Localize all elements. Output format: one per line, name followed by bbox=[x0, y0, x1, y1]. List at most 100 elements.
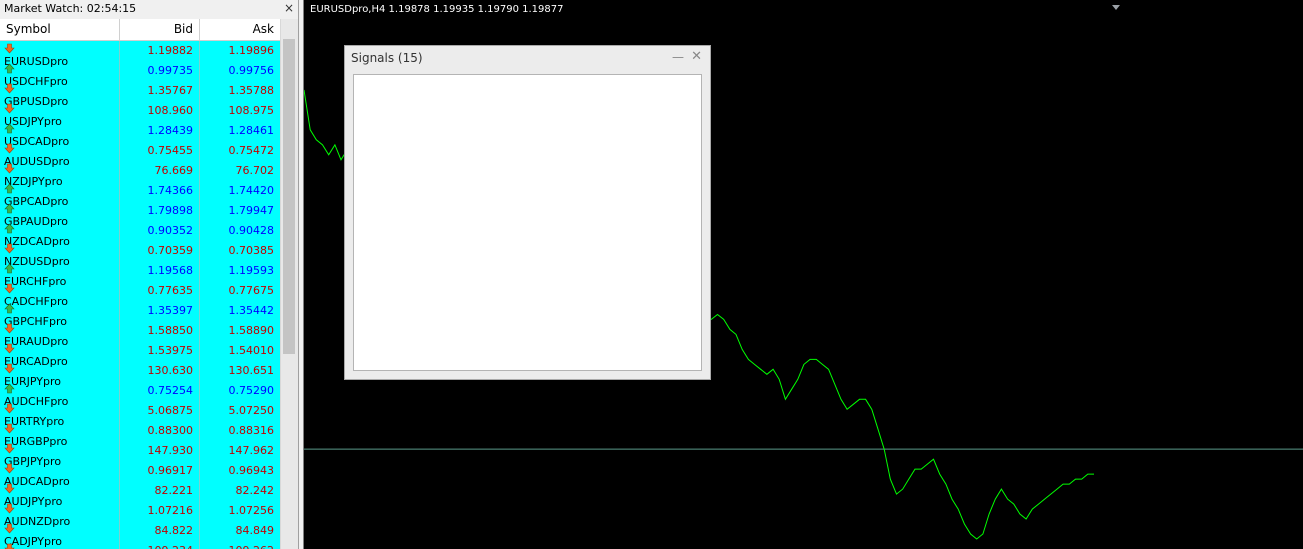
symbol-cell: USDCADpro bbox=[0, 121, 120, 148]
bid-cell: 0.88300 bbox=[120, 421, 200, 441]
ask-cell: 0.77675 bbox=[228, 284, 275, 297]
table-row[interactable]: AUDNZDpro 1.07216 1.07256 bbox=[0, 501, 280, 528]
symbol-cell: EURCHFpro bbox=[0, 261, 120, 288]
bid-cell: 0.70359 bbox=[120, 241, 200, 261]
table-row[interactable]: EURUSDpro 1.19882 1.19896 bbox=[0, 41, 280, 68]
symbol-cell: CADJPYpro bbox=[0, 521, 120, 548]
signals-content-area bbox=[353, 74, 702, 371]
ask-cell: 0.99756 bbox=[228, 64, 275, 77]
ask-cell: 1.35788 bbox=[228, 84, 275, 97]
ask-cell: 0.70385 bbox=[228, 244, 275, 257]
table-row[interactable]: GBPUSDpro 1.35767 1.35788 bbox=[0, 81, 280, 108]
table-row[interactable]: GBPAUDpro 1.79898 1.79947 bbox=[0, 201, 280, 228]
table-row[interactable]: AUDCHFpro 0.75254 0.75290 bbox=[0, 381, 280, 408]
table-row[interactable]: AUDUSDpro 0.75455 0.75472 bbox=[0, 141, 280, 168]
market-watch-title: Market Watch: 02:54:15 bbox=[4, 2, 137, 15]
symbol-cell: USDJPYpro bbox=[0, 101, 120, 128]
arrow-down-icon bbox=[4, 401, 15, 414]
symbol-cell: AUDJPYpro bbox=[0, 481, 120, 508]
ask-cell: 0.75472 bbox=[228, 144, 275, 157]
table-row[interactable]: CADCHFpro 0.77635 0.77675 bbox=[0, 281, 280, 308]
table-row[interactable]: AUDJPYpro 82.221 82.242 bbox=[0, 481, 280, 508]
ask-cell: 1.07256 bbox=[228, 504, 275, 517]
bid-cell: 130.630 bbox=[120, 361, 200, 381]
table-row[interactable]: EURCADpro 1.53975 1.54010 bbox=[0, 341, 280, 368]
signals-window-title: Signals (15) bbox=[351, 51, 423, 65]
arrow-up-icon bbox=[4, 181, 15, 194]
scrollbar-thumb[interactable] bbox=[283, 39, 295, 354]
symbol-cell: EURUSDpro bbox=[0, 41, 120, 68]
bid-cell: 1.19568 bbox=[120, 261, 200, 281]
column-header-symbol[interactable]: Symbol bbox=[0, 19, 120, 40]
column-header-ask[interactable]: Ask bbox=[200, 19, 280, 40]
market-watch-header: Symbol Bid Ask bbox=[0, 19, 280, 41]
close-button[interactable]: ✕ bbox=[691, 49, 702, 64]
bid-cell: 1.74366 bbox=[120, 181, 200, 201]
arrow-up-icon bbox=[4, 61, 15, 74]
table-row[interactable]: USDCADpro 1.28439 1.28461 bbox=[0, 121, 280, 148]
ask-cell: 76.702 bbox=[235, 164, 275, 177]
table-row[interactable]: EURCHFpro 1.19568 1.19593 bbox=[0, 261, 280, 288]
symbol-cell: EURJPYpro bbox=[0, 361, 120, 388]
table-row[interactable]: EURTRYpro 5.06875 5.07250 bbox=[0, 401, 280, 428]
symbol-cell: AUDNZDpro bbox=[0, 501, 120, 528]
ask-cell: 5.07250 bbox=[228, 404, 275, 417]
table-row[interactable]: USDJPYpro 108.960 108.975 bbox=[0, 101, 280, 128]
ask-cell: 1.19896 bbox=[228, 44, 275, 57]
table-row[interactable]: EURGBPpro 0.88300 0.88316 bbox=[0, 421, 280, 448]
arrow-up-icon bbox=[4, 301, 15, 314]
symbol-cell: NZDCADpro bbox=[0, 221, 120, 248]
symbol-cell: EURGBPpro bbox=[0, 421, 120, 448]
table-row[interactable]: GBPCADpro 1.74366 1.74420 bbox=[0, 181, 280, 208]
symbol-cell: GBPAUDpro bbox=[0, 201, 120, 228]
bid-cell: 82.221 bbox=[120, 481, 200, 501]
ask-cell: 109.262 bbox=[200, 541, 280, 549]
bid-cell: 108.960 bbox=[120, 101, 200, 121]
symbol-cell: EURCADpro bbox=[0, 341, 120, 368]
table-row[interactable]: EURJPYpro 130.630 130.651 bbox=[0, 361, 280, 388]
bid-cell: 0.96917 bbox=[120, 461, 200, 481]
column-header-bid[interactable]: Bid bbox=[120, 19, 200, 40]
bid-cell: 1.53975 bbox=[120, 341, 200, 361]
ask-cell: 1.54010 bbox=[228, 344, 275, 357]
bid-cell: 1.07216 bbox=[120, 501, 200, 521]
arrow-down-icon bbox=[4, 501, 15, 514]
symbol-cell: CHFJPYpro bbox=[0, 541, 120, 549]
table-row[interactable]: NZDCADpro 0.90352 0.90428 bbox=[0, 221, 280, 248]
market-watch-titlebar: Market Watch: 02:54:15 × bbox=[0, 0, 298, 20]
symbol-cell: CADCHFpro bbox=[0, 281, 120, 308]
ask-cell: 147.962 bbox=[228, 444, 275, 457]
table-row[interactable]: CHFJPYpro109.234109.262 bbox=[0, 541, 280, 549]
table-row[interactable]: EURAUDpro 1.58850 1.58890 bbox=[0, 321, 280, 348]
market-watch-close-button[interactable]: × bbox=[284, 1, 294, 15]
arrow-down-icon bbox=[4, 461, 15, 474]
table-row[interactable]: AUDCADpro 0.96917 0.96943 bbox=[0, 461, 280, 488]
arrow-down-icon bbox=[4, 441, 15, 454]
bid-cell: 1.19882 bbox=[120, 41, 200, 61]
signals-window[interactable]: Signals (15) — ✕ bbox=[344, 45, 711, 380]
table-row[interactable]: USDCHFpro 0.99735 0.99756 bbox=[0, 61, 280, 88]
symbol-cell: GBPCHFpro bbox=[0, 301, 120, 328]
table-row[interactable]: GBPJPYpro 147.930 147.962 bbox=[0, 441, 280, 468]
market-watch-scrollbar[interactable] bbox=[280, 19, 298, 549]
symbol-cell: NZDUSDpro bbox=[0, 241, 120, 268]
chart-info-label: EURUSDpro,H4 1.19878 1.19935 1.19790 1.1… bbox=[310, 4, 564, 15]
table-row[interactable]: GBPCHFpro 1.35397 1.35442 bbox=[0, 301, 280, 328]
chart-shift-marker-icon[interactable] bbox=[1112, 5, 1120, 10]
table-row[interactable]: CADJPYpro 84.822 84.849 bbox=[0, 521, 280, 548]
ask-cell: 1.79947 bbox=[228, 204, 275, 217]
symbol-cell: EURTRYpro bbox=[0, 401, 120, 428]
arrow-down-icon bbox=[4, 341, 15, 354]
arrow-up-icon bbox=[4, 261, 15, 274]
symbol-cell: USDCHFpro bbox=[0, 61, 120, 88]
table-row[interactable]: NZDUSDpro 0.70359 0.70385 bbox=[0, 241, 280, 268]
arrow-down-icon bbox=[4, 81, 15, 94]
bid-cell: 1.58850 bbox=[120, 321, 200, 341]
bid-cell: 1.35767 bbox=[120, 81, 200, 101]
symbol-cell: EURAUDpro bbox=[0, 321, 120, 348]
ask-cell: 130.651 bbox=[228, 364, 275, 377]
ask-cell: 84.849 bbox=[235, 524, 275, 537]
table-row[interactable]: NZDJPYpro 76.669 76.702 bbox=[0, 161, 280, 188]
minimize-button[interactable]: — bbox=[672, 50, 684, 64]
arrow-down-icon bbox=[4, 481, 15, 494]
